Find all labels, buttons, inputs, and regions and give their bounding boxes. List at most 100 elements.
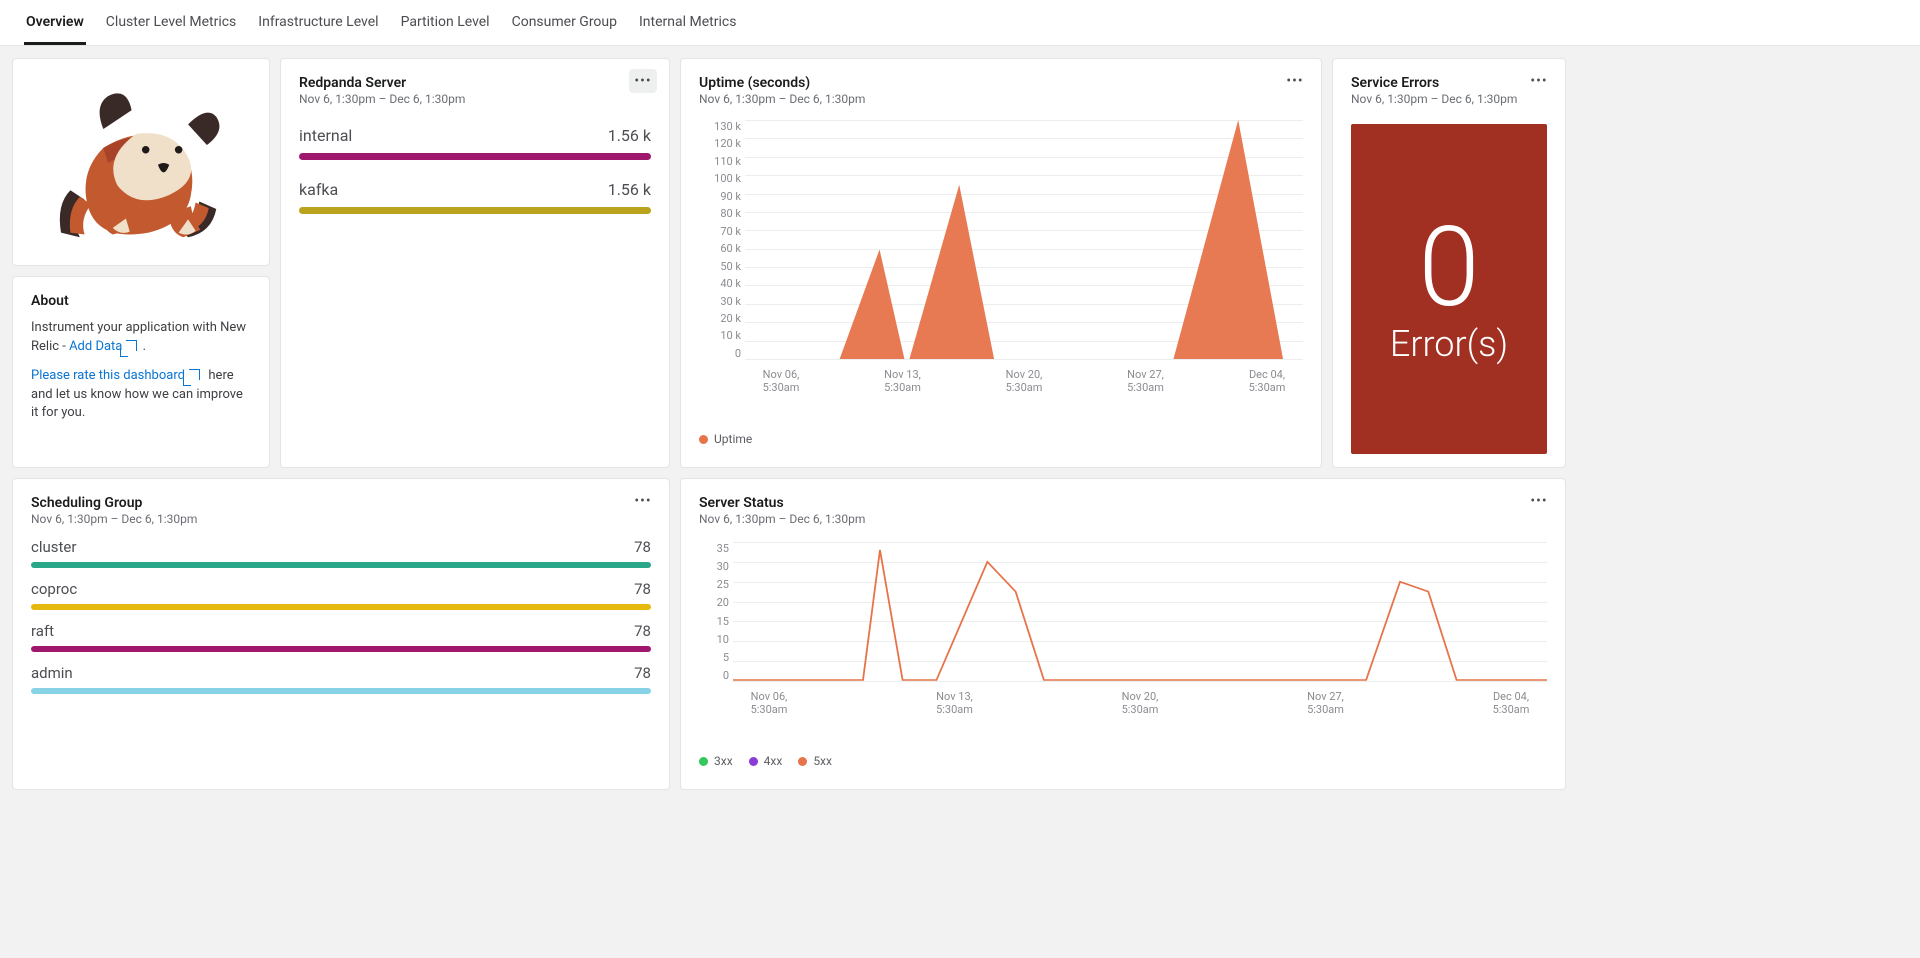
bar-label: admin	[31, 664, 73, 682]
y-tick: 90 k	[699, 190, 741, 203]
tab-consumer-group[interactable]: Consumer Group	[510, 0, 619, 45]
uptime-legend: Uptime	[699, 432, 1303, 446]
legend-label: Uptime	[714, 432, 752, 446]
bar-label: cluster	[31, 538, 76, 556]
service-errors-card: ••• Service Errors Nov 6, 1:30pm – Dec 6…	[1332, 58, 1566, 468]
card-title: Redpanda Server	[299, 75, 651, 91]
y-tick: 100 k	[699, 172, 741, 185]
y-tick: 25	[699, 578, 729, 591]
ellipsis-icon: •••	[1530, 73, 1547, 89]
x-tick: Nov 20,5:30am	[1104, 690, 1176, 716]
bar-row: coproc 78	[31, 580, 651, 610]
legend-swatch-icon	[699, 757, 708, 766]
bar-label: coproc	[31, 580, 77, 598]
card-title: Service Errors	[1351, 75, 1547, 91]
server-status-chart: 35302520151050 Nov 06,5:30amNov 13,5:30a…	[699, 542, 1547, 712]
x-tick: Nov 13,5:30am	[919, 690, 991, 716]
y-tick: 10 k	[699, 329, 741, 342]
bar-track	[31, 646, 651, 652]
card-menu-button[interactable]: •••	[1525, 489, 1553, 513]
bar-row: kafka 1.56 k	[299, 180, 651, 214]
bar-label: raft	[31, 622, 54, 640]
y-tick: 10	[699, 633, 729, 646]
external-link-icon	[189, 369, 200, 380]
y-tick: 35	[699, 542, 729, 555]
status-legend: 3xx4xx5xx	[699, 754, 1547, 768]
bar-value: 78	[634, 580, 651, 598]
redpanda-logo-icon	[31, 75, 251, 249]
redpanda-server-card: ••• Redpanda Server Nov 6, 1:30pm – Dec …	[280, 58, 670, 468]
card-date-range: Nov 6, 1:30pm – Dec 6, 1:30pm	[299, 92, 651, 106]
about-card: About Instrument your application with N…	[12, 276, 270, 468]
add-data-link[interactable]: Add Data	[69, 339, 139, 354]
bar-track	[31, 688, 651, 694]
legend-swatch-icon	[749, 757, 758, 766]
legend-swatch-icon	[699, 435, 708, 444]
bar-track	[299, 207, 651, 214]
card-menu-button[interactable]: •••	[629, 489, 657, 513]
uptime-card: ••• Uptime (seconds) Nov 6, 1:30pm – Dec…	[680, 58, 1322, 468]
legend-item: 3xx	[699, 754, 733, 768]
x-tick: Nov 27,5:30am	[1290, 690, 1362, 716]
bar-value: 78	[634, 538, 651, 556]
legend-swatch-icon	[798, 757, 807, 766]
external-link-icon	[126, 340, 137, 351]
y-tick: 60 k	[699, 242, 741, 255]
bar-row: admin 78	[31, 664, 651, 694]
bar-track	[299, 153, 651, 160]
x-tick: Nov 20,5:30am	[988, 368, 1060, 394]
bar-value: 78	[634, 664, 651, 682]
legend-item: 5xx	[798, 754, 832, 768]
y-tick: 20	[699, 596, 729, 609]
bar-label: internal	[299, 126, 352, 145]
x-tick: Dec 04,5:30am	[1475, 690, 1547, 716]
y-tick: 110 k	[699, 155, 741, 168]
y-tick: 30 k	[699, 295, 741, 308]
card-date-range: Nov 6, 1:30pm – Dec 6, 1:30pm	[699, 512, 1547, 526]
card-date-range: Nov 6, 1:30pm – Dec 6, 1:30pm	[31, 512, 651, 526]
ellipsis-icon: •••	[634, 493, 651, 509]
tab-infrastructure-level[interactable]: Infrastructure Level	[256, 0, 380, 45]
about-title: About	[31, 293, 251, 309]
rate-dashboard-link[interactable]: Please rate this dashboard	[31, 368, 202, 383]
bar-value: 1.56 k	[608, 180, 651, 199]
card-date-range: Nov 6, 1:30pm – Dec 6, 1:30pm	[699, 92, 1303, 106]
bar-row: raft 78	[31, 622, 651, 652]
y-tick: 50 k	[699, 260, 741, 273]
about-period: .	[143, 339, 146, 354]
y-tick: 80 k	[699, 207, 741, 220]
tab-cluster-level[interactable]: Cluster Level Metrics	[104, 0, 238, 45]
tab-partition-level[interactable]: Partition Level	[399, 0, 492, 45]
card-menu-button[interactable]: •••	[629, 69, 657, 93]
error-count-value: 0	[1418, 213, 1479, 323]
server-status-card: ••• Server Status Nov 6, 1:30pm – Dec 6,…	[680, 478, 1566, 790]
y-tick: 15	[699, 615, 729, 628]
ellipsis-icon: •••	[634, 73, 651, 89]
card-menu-button[interactable]: •••	[1525, 69, 1553, 93]
y-tick: 40 k	[699, 277, 741, 290]
x-tick: Nov 27,5:30am	[1110, 368, 1182, 394]
y-tick: 130 k	[699, 120, 741, 133]
uptime-chart: 130 k120 k110 k100 k90 k80 k70 k60 k50 k…	[699, 120, 1303, 390]
bar-track	[31, 562, 651, 568]
card-date-range: Nov 6, 1:30pm – Dec 6, 1:30pm	[1351, 92, 1547, 106]
card-title: Uptime (seconds)	[699, 75, 1303, 91]
x-tick: Nov 06,5:30am	[733, 690, 805, 716]
card-title: Server Status	[699, 495, 1547, 511]
y-tick: 30	[699, 560, 729, 573]
tab-internal-metrics[interactable]: Internal Metrics	[637, 0, 738, 45]
bar-value: 78	[634, 622, 651, 640]
bar-label: kafka	[299, 180, 338, 199]
ellipsis-icon: •••	[1530, 493, 1547, 509]
x-tick: Dec 04,5:30am	[1231, 368, 1303, 394]
y-tick: 120 k	[699, 137, 741, 150]
about-text: Instrument your application with New Rel…	[31, 320, 246, 354]
error-count-box: 0 Error(s)	[1351, 124, 1547, 454]
card-menu-button[interactable]: •••	[1281, 69, 1309, 93]
bar-track	[31, 604, 651, 610]
tab-overview[interactable]: Overview	[24, 0, 86, 45]
error-count-label: Error(s)	[1390, 323, 1508, 365]
x-tick: Nov 06,5:30am	[745, 368, 817, 394]
y-tick: 20 k	[699, 312, 741, 325]
y-tick: 0	[699, 347, 741, 360]
